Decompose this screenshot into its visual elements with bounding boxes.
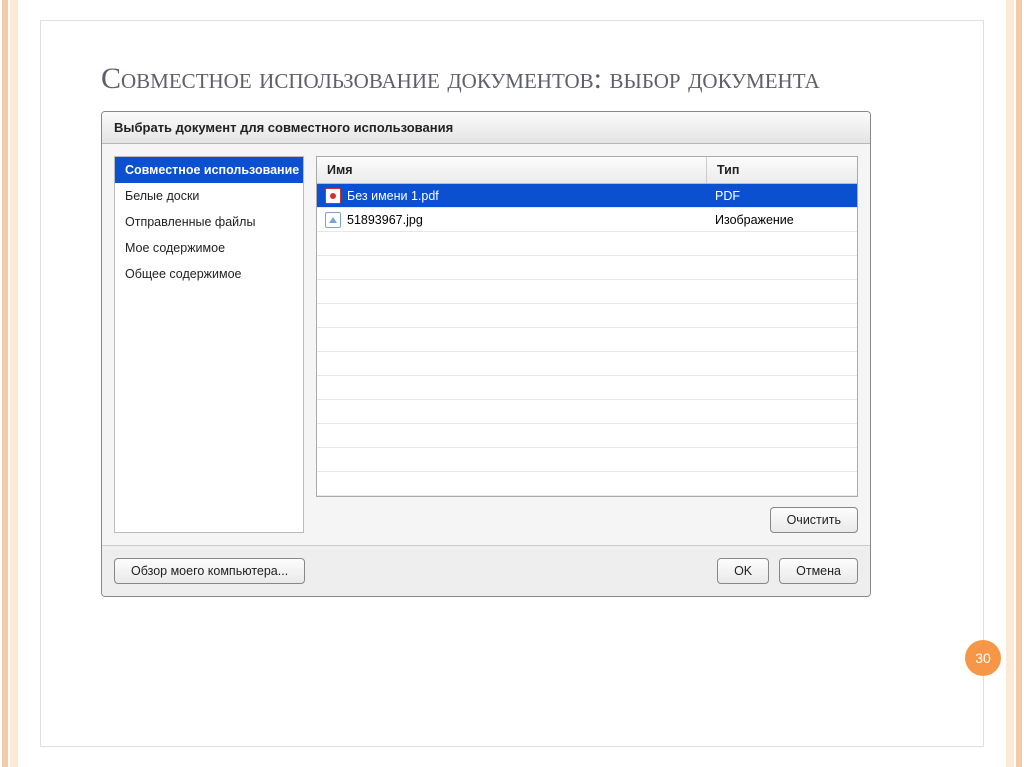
browse-computer-button[interactable]: Обзор моего компьютера...	[114, 558, 305, 584]
slide-title: Совместное использование документов: выб…	[101, 61, 923, 97]
file-row[interactable]: Без имени 1.pdf PDF	[317, 184, 857, 208]
category-sidebar: Совместное использование Белые доски Отпра…	[114, 156, 304, 533]
file-row-empty	[317, 280, 857, 304]
grid-rows: Без имени 1.pdf PDF 51893967.jpg Изображени…	[317, 184, 857, 496]
file-row-empty	[317, 472, 857, 496]
file-row-empty	[317, 448, 857, 472]
file-row-empty	[317, 424, 857, 448]
file-row-empty	[317, 376, 857, 400]
file-name-cell: 51893967.jpg	[317, 212, 707, 228]
file-row-empty	[317, 232, 857, 256]
dialog-body: Совместное использование Белые доски Отпра…	[102, 144, 870, 545]
sidebar-item[interactable]: Совместное использование	[115, 157, 303, 183]
file-type-cell: PDF	[707, 189, 857, 203]
slide-frame: Совместное использование документов: выб…	[40, 20, 984, 747]
sidebar-item[interactable]: Общее содержимое	[115, 261, 303, 287]
grid-header: Имя Тип	[317, 157, 857, 184]
image-file-icon	[325, 212, 341, 228]
file-name-label: 51893967.jpg	[347, 213, 423, 227]
sidebar-item-label: Общее содержимое	[125, 267, 242, 281]
select-document-dialog: Выбрать документ для совместного использ…	[101, 111, 871, 597]
file-row-empty	[317, 328, 857, 352]
dialog-title: Выбрать документ для совместного использ…	[102, 112, 870, 144]
clear-button[interactable]: Очистить	[770, 507, 858, 533]
sidebar-item-label: Отправленные файлы	[125, 215, 255, 229]
file-row-empty	[317, 256, 857, 280]
file-name-cell: Без имени 1.pdf	[317, 188, 707, 204]
sidebar-item-label: Белые доски	[125, 189, 199, 203]
dialog-footer: Обзор моего компьютера... OK Отмена	[102, 545, 870, 596]
cancel-button[interactable]: Отмена	[779, 558, 858, 584]
ok-button[interactable]: OK	[717, 558, 769, 584]
sidebar-item-label: Мое содержимое	[125, 241, 225, 255]
file-grid: Имя Тип Без имени 1.pdf PDF 51893967.jpg Из…	[316, 156, 858, 497]
file-pane: Имя Тип Без имени 1.pdf PDF 51893967.jpg Из…	[312, 144, 870, 545]
column-header-name[interactable]: Имя	[317, 157, 707, 183]
sidebar-item[interactable]: Белые доски	[115, 183, 303, 209]
decor-stripe	[2, 0, 8, 767]
sidebar-item-label: Совместное использование	[125, 163, 299, 177]
sidebar-item[interactable]: Мое содержимое	[115, 235, 303, 261]
decor-stripe	[1016, 0, 1022, 767]
column-header-type[interactable]: Тип	[707, 157, 857, 183]
file-row-empty	[317, 400, 857, 424]
page-number-badge: 30	[965, 640, 1001, 676]
decor-stripe	[1006, 0, 1014, 767]
file-row-empty	[317, 304, 857, 328]
pdf-file-icon	[325, 188, 341, 204]
sidebar-item[interactable]: Отправленные файлы	[115, 209, 303, 235]
file-name-label: Без имени 1.pdf	[347, 189, 439, 203]
file-row[interactable]: 51893967.jpg Изображение	[317, 208, 857, 232]
grid-actions: Очистить	[316, 497, 858, 533]
file-type-cell: Изображение	[707, 213, 857, 227]
decor-stripe	[10, 0, 18, 767]
file-row-empty	[317, 352, 857, 376]
